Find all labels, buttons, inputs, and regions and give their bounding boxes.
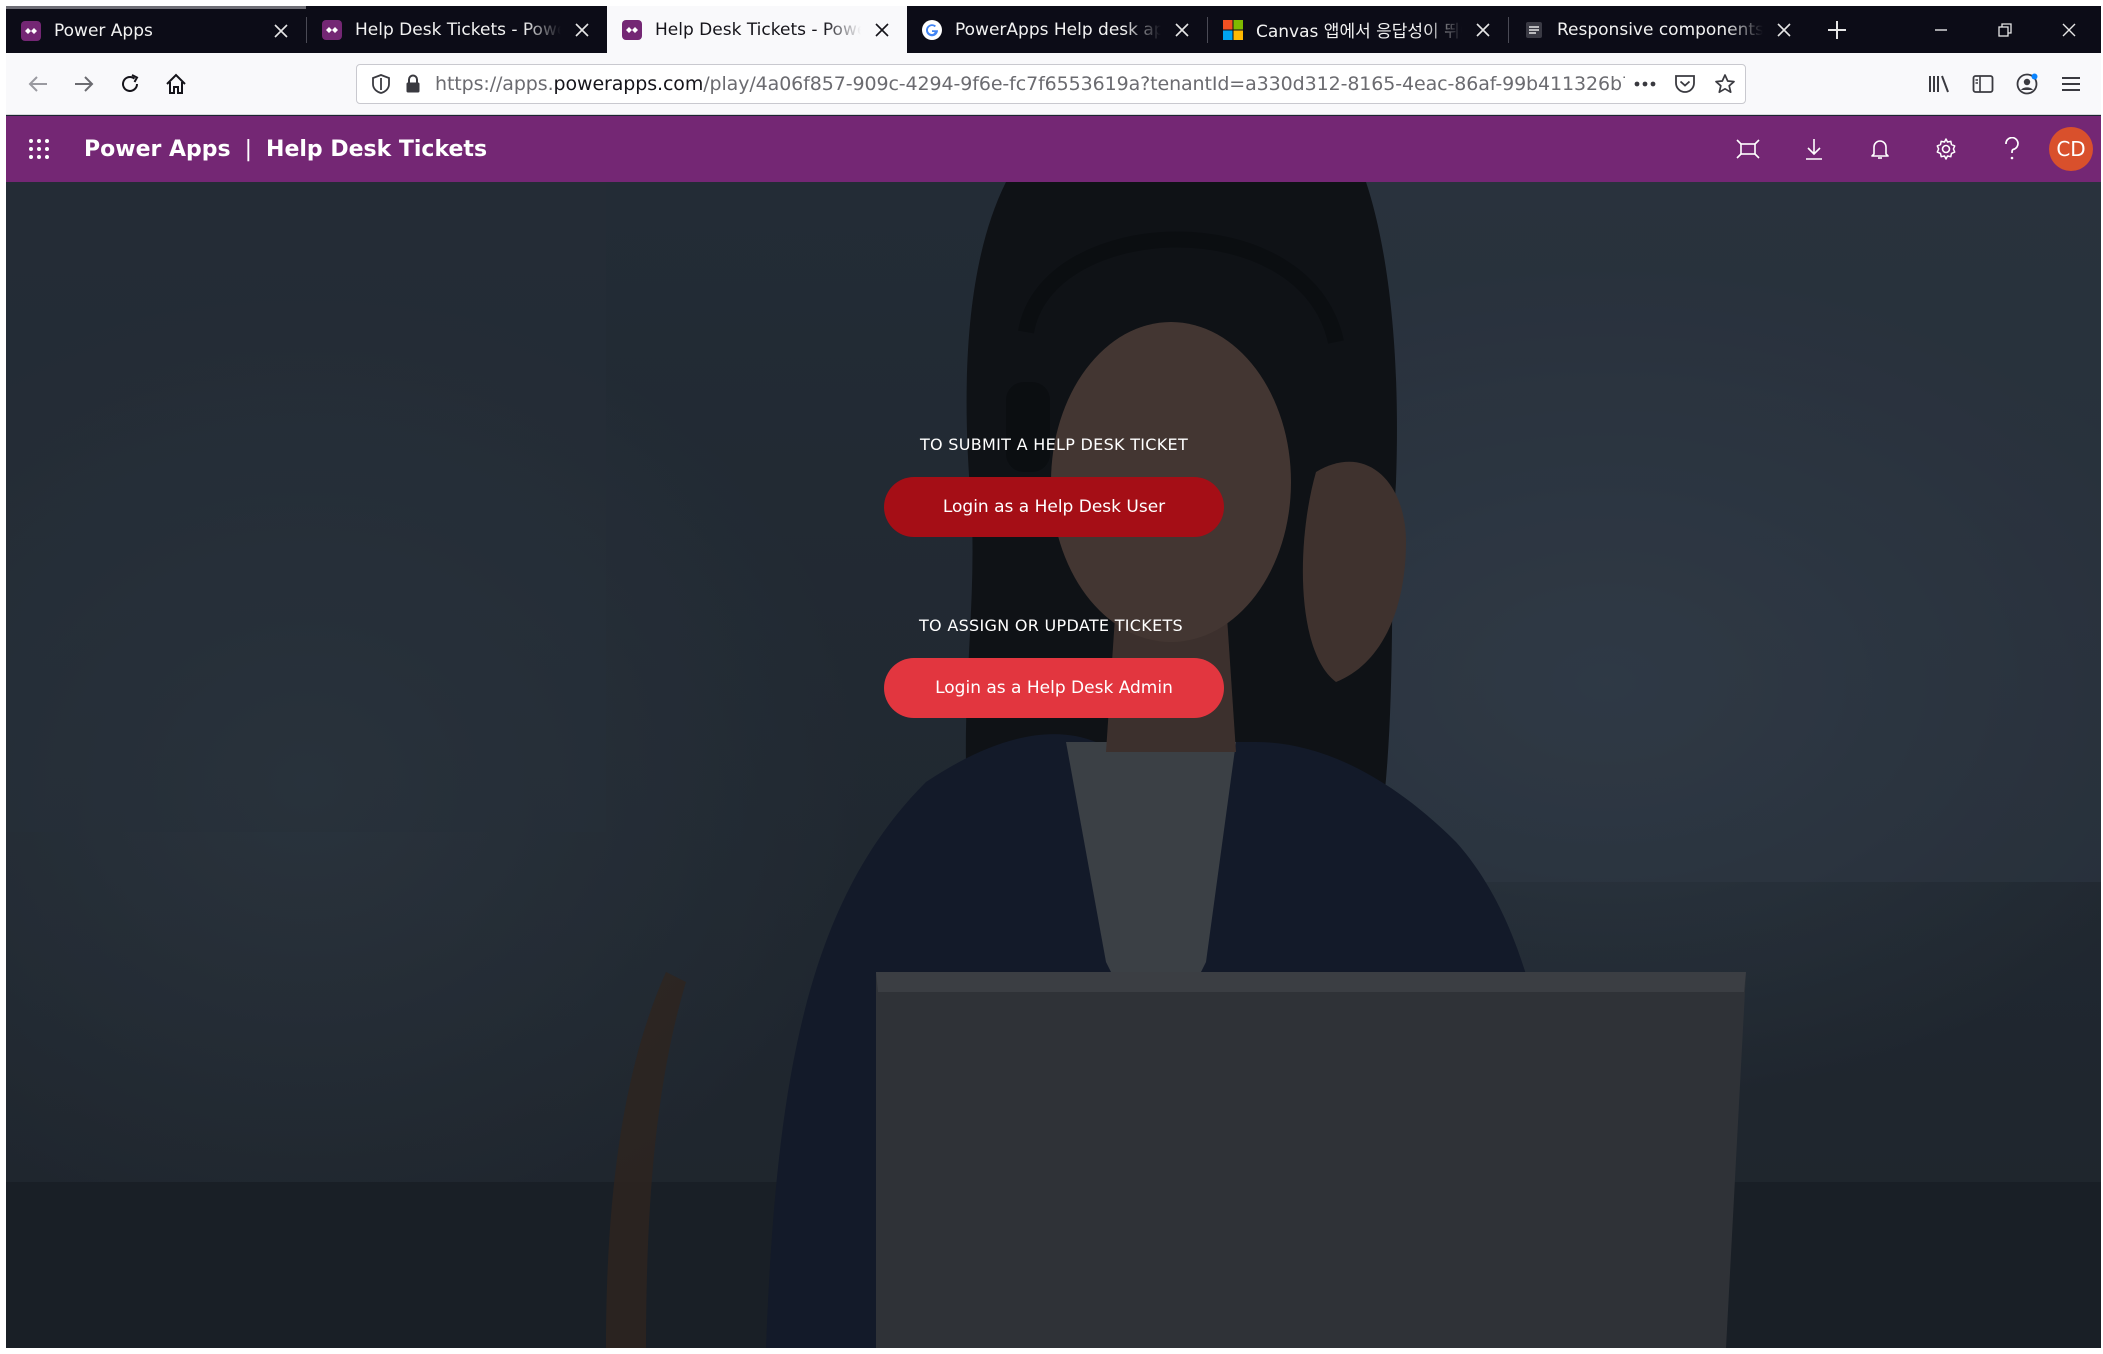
lock-icon[interactable]: [397, 74, 429, 94]
docs-icon: [1523, 19, 1545, 41]
browser-tab[interactable]: PowerApps Help desk app documentation: [907, 6, 1207, 53]
url-text: https://apps.powerapps.com/play/4a06f857…: [435, 73, 1625, 95]
sidebar-icon: [1972, 75, 1994, 93]
user-login-caption: TO SUBMIT A HELP DESK TICKET: [919, 435, 1189, 454]
notifications-button[interactable]: [1847, 116, 1913, 182]
bookmark-star-icon[interactable]: [1705, 65, 1745, 103]
minimize-icon: [1935, 28, 1947, 31]
powerapps-icon: [321, 19, 343, 41]
google-icon: [921, 19, 943, 41]
account-button[interactable]: [2005, 62, 2049, 106]
minimize-button[interactable]: [1909, 6, 1973, 53]
address-bar[interactable]: https://apps.powerapps.com/play/4a06f857…: [356, 64, 1746, 104]
home-button[interactable]: [154, 62, 198, 106]
fit-to-window-icon: [1736, 139, 1760, 159]
header-actions: CD: [1715, 116, 2093, 182]
waffle-icon: [29, 139, 49, 159]
restore-icon: [1998, 22, 2012, 37]
tab-title: Canvas 앱에서 응답성이 뛰어난 레이아웃: [1256, 22, 1462, 42]
library-icon: [1929, 75, 1949, 93]
gear-icon: [1936, 138, 1956, 160]
forward-button[interactable]: [62, 62, 106, 106]
question-icon: [2005, 137, 2019, 160]
powerapps-icon: [20, 20, 42, 42]
tab-strip: Power Apps Help Desk Tickets - Power App…: [6, 6, 2101, 53]
new-tab-button[interactable]: [1815, 6, 1859, 53]
close-icon[interactable]: [569, 17, 595, 43]
browser-tab[interactable]: Canvas 앱에서 응답성이 뛰어난 레이아웃: [1208, 6, 1508, 53]
page-actions-icon[interactable]: [1625, 65, 1665, 103]
toolbar-right: [1917, 62, 2101, 106]
tab-title: Help Desk Tickets - Power Apps: [655, 19, 861, 40]
menu-button[interactable]: [2049, 62, 2093, 106]
hamburger-icon: [2062, 77, 2080, 91]
home-icon: [166, 73, 186, 94]
tab-title: Responsive components in Power Apps: [1557, 19, 1763, 40]
browser-tab[interactable]: Power Apps: [6, 6, 306, 53]
forward-arrow-icon: [75, 75, 94, 92]
header-separator: |: [244, 136, 253, 162]
tab-title: Help Desk Tickets - Power Apps: [355, 19, 561, 40]
download-icon: [1806, 139, 1822, 160]
close-icon[interactable]: [1470, 17, 1496, 43]
browser-window: Power Apps Help Desk Tickets - Power App…: [6, 6, 2101, 1348]
help-button[interactable]: [1979, 116, 2045, 182]
restore-button[interactable]: [1973, 6, 2037, 53]
app-header: Power Apps | Help Desk Tickets CD: [6, 116, 2101, 182]
avatar[interactable]: CD: [2049, 127, 2093, 171]
close-icon[interactable]: [869, 17, 895, 43]
download-button[interactable]: [1781, 116, 1847, 182]
app-name: Help Desk Tickets: [266, 136, 488, 162]
login-help-desk-admin-button[interactable]: Login as a Help Desk Admin: [884, 658, 1224, 718]
reload-icon: [122, 73, 139, 92]
close-window-button[interactable]: [2037, 6, 2101, 53]
close-icon[interactable]: [1771, 17, 1797, 43]
login-help-desk-user-button[interactable]: Login as a Help Desk User: [884, 477, 1224, 537]
library-button[interactable]: [1917, 62, 1961, 106]
navigation-toolbar: https://apps.powerapps.com/play/4a06f857…: [6, 53, 2101, 115]
tab-title: Power Apps: [54, 21, 153, 41]
tab-title: PowerApps Help desk app documentation: [955, 19, 1161, 40]
browser-tab[interactable]: Help Desk Tickets - Power Apps: [307, 6, 607, 53]
settings-button[interactable]: [1913, 116, 1979, 182]
window-controls: [1909, 6, 2101, 53]
tracking-shield-icon[interactable]: [365, 74, 397, 94]
microsoft-icon: [1222, 19, 1244, 41]
admin-login-caption: TO ASSIGN OR UPDATE TICKETS: [918, 616, 1184, 635]
brand-title[interactable]: Power Apps: [84, 137, 231, 162]
reload-button[interactable]: [108, 62, 152, 106]
app-launcher-button[interactable]: [6, 116, 72, 182]
close-icon[interactable]: [268, 18, 294, 44]
powerapps-icon: [621, 19, 643, 41]
app-canvas: TO SUBMIT A HELP DESK TICKET Login as a …: [6, 182, 2101, 1348]
close-icon[interactable]: [1169, 17, 1195, 43]
sidebar-button[interactable]: [1961, 62, 2005, 106]
fit-to-window-button[interactable]: [1715, 116, 1781, 182]
close-icon: [2062, 23, 2076, 36]
back-button[interactable]: [16, 62, 60, 106]
pocket-icon[interactable]: [1665, 65, 1705, 103]
browser-tab-active[interactable]: Help Desk Tickets - Power Apps: [607, 6, 907, 53]
dark-overlay: [6, 182, 2101, 1348]
plus-icon: [1828, 20, 1846, 39]
back-arrow-icon: [28, 75, 47, 92]
bell-icon: [1871, 140, 1889, 159]
account-icon: [2016, 73, 2038, 95]
browser-tab[interactable]: Responsive components in Power Apps: [1509, 6, 1809, 53]
